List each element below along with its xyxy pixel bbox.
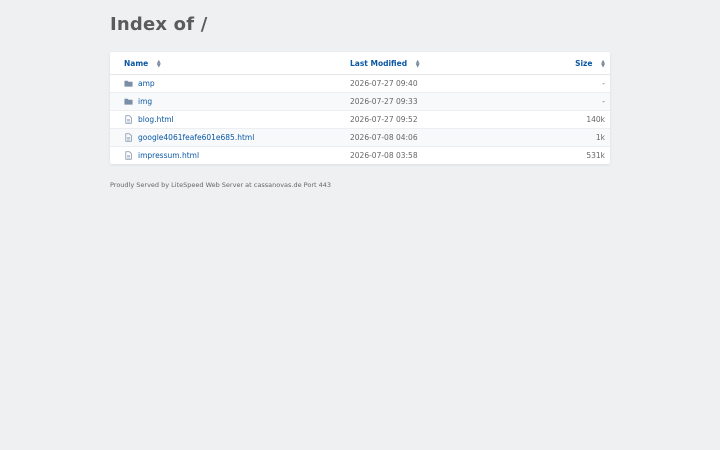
modified-cell: 2026-07-27 09:40 bbox=[350, 74, 500, 93]
table-header-row: Name ▲ ▼ Last Modified ▲ ▼ Size ▲ ▼ bbox=[110, 52, 610, 75]
size-cell: - bbox=[500, 92, 610, 111]
table-row[interactable]: img 2026-07-27 09:33 - bbox=[110, 92, 610, 111]
file-link[interactable]: blog.html bbox=[138, 115, 174, 124]
modified-cell: 2026-07-27 09:33 bbox=[350, 92, 500, 111]
table-row[interactable]: impressum.html 2026-07-08 03:58 531k bbox=[110, 147, 610, 165]
name-cell: amp bbox=[110, 74, 350, 93]
column-header-last-modified[interactable]: Last Modified ▲ ▼ bbox=[350, 52, 500, 75]
page-title: Index of / bbox=[110, 14, 208, 35]
directory-listing: Name ▲ ▼ Last Modified ▲ ▼ Size ▲ ▼ amp … bbox=[110, 52, 610, 164]
sort-icon[interactable]: ▲ ▼ bbox=[416, 59, 420, 68]
server-footer: Proudly Served by LiteSpeed Web Server a… bbox=[110, 181, 332, 189]
column-header-name-label: Name bbox=[124, 58, 149, 68]
folder-icon bbox=[124, 80, 133, 87]
file-link[interactable]: google4061feafe601e685.html bbox=[138, 133, 254, 142]
file-link[interactable]: img bbox=[138, 97, 152, 106]
folder-icon bbox=[124, 98, 133, 105]
name-cell: img bbox=[110, 92, 350, 111]
modified-cell: 2026-07-08 04:06 bbox=[350, 128, 500, 147]
size-cell: 531k bbox=[586, 151, 605, 160]
file-table: Name ▲ ▼ Last Modified ▲ ▼ Size ▲ ▼ amp … bbox=[110, 52, 610, 164]
name-cell: blog.html bbox=[110, 110, 350, 129]
file-icon bbox=[125, 133, 132, 142]
sort-icon[interactable]: ▲ ▼ bbox=[601, 59, 605, 68]
table-row[interactable]: blog.html 2026-07-27 09:52 140k bbox=[110, 110, 610, 129]
size-cell: - bbox=[500, 74, 610, 93]
table-row[interactable]: google4061feafe601e685.html 2026-07-08 0… bbox=[110, 128, 610, 147]
column-header-size-label: Size bbox=[575, 58, 593, 68]
table-row[interactable]: amp 2026-07-27 09:40 - bbox=[110, 74, 610, 93]
column-header-size[interactable]: Size ▲ ▼ bbox=[500, 52, 610, 75]
name-cell: impressum.html bbox=[110, 147, 350, 165]
name-cell: google4061feafe601e685.html bbox=[110, 128, 350, 147]
size-cell: 140k bbox=[500, 110, 610, 129]
column-header-name[interactable]: Name ▲ ▼ bbox=[110, 52, 350, 75]
file-icon bbox=[125, 151, 132, 160]
file-link[interactable]: impressum.html bbox=[138, 151, 199, 160]
sort-ascending-icon[interactable]: ▲ ▼ bbox=[157, 59, 161, 68]
size-cell: 1k bbox=[500, 128, 610, 147]
file-icon bbox=[125, 115, 132, 124]
file-link[interactable]: amp bbox=[138, 79, 155, 88]
modified-cell: 2026-07-08 03:58 bbox=[350, 151, 418, 160]
modified-cell: 2026-07-27 09:52 bbox=[350, 110, 500, 129]
column-header-last-modified-label: Last Modified bbox=[350, 58, 408, 68]
